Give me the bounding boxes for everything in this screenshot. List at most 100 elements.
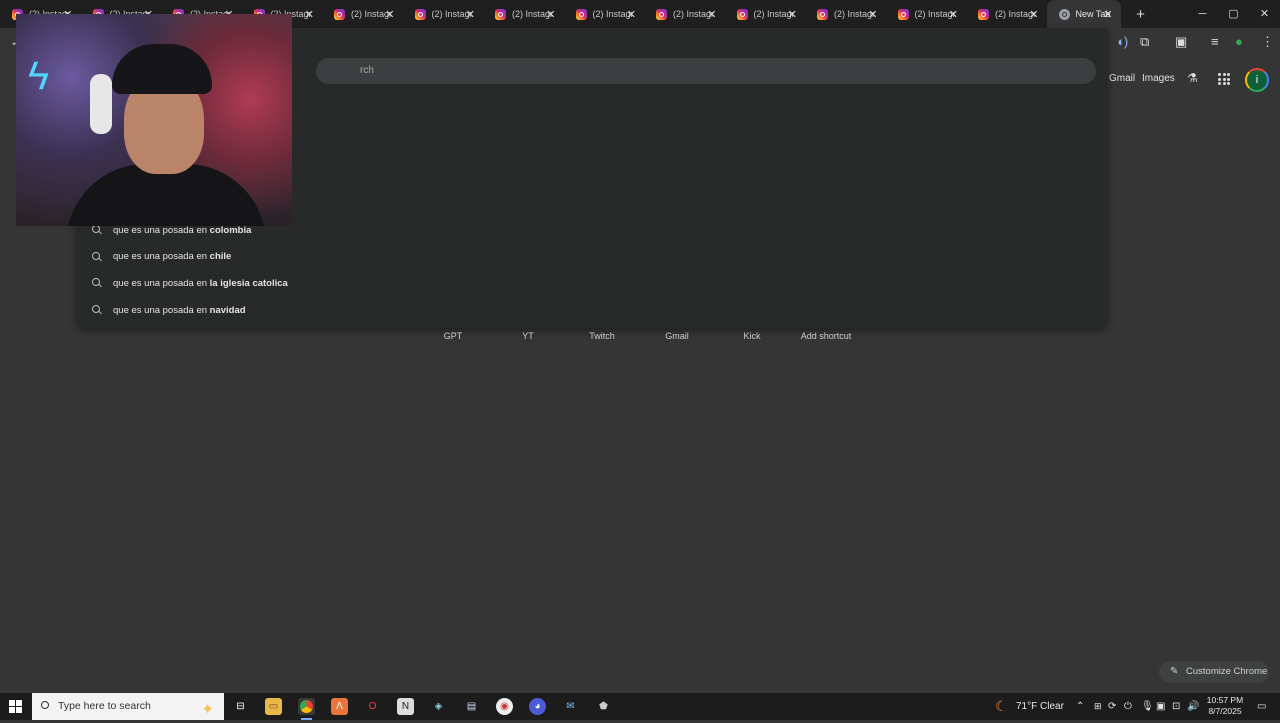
close-tab-icon[interactable]: ✕ bbox=[868, 8, 877, 21]
instagram-favicon-icon bbox=[656, 8, 667, 20]
tab-instagram[interactable]: (2) Instagram✕ bbox=[886, 0, 967, 28]
customize-chrome-button[interactable]: ✎ Customize Chrome bbox=[1159, 661, 1269, 683]
instagram-favicon-icon bbox=[575, 8, 587, 20]
search-icon bbox=[92, 278, 102, 288]
omnibox-suggestion[interactable]: que es una posada en la iglesia catolica bbox=[76, 270, 1108, 296]
new-tab-button[interactable]: + bbox=[1129, 6, 1153, 23]
suggestion-prefix: que es una posada en bbox=[113, 251, 210, 263]
document-icon[interactable]: ▤ bbox=[463, 698, 480, 715]
streamer-cap bbox=[112, 44, 212, 94]
side-panel-icon[interactable]: ▣ bbox=[1175, 34, 1187, 50]
app-shield-icon[interactable]: ⬟ bbox=[595, 698, 612, 715]
reading-list-icon[interactable]: ≡ bbox=[1211, 34, 1219, 49]
menu-kebab-icon[interactable]: ⋮ bbox=[1261, 34, 1274, 50]
close-tab-icon[interactable]: ✕ bbox=[466, 8, 475, 21]
chrome-taskbar-icon[interactable] bbox=[298, 698, 315, 720]
webcam-overlay: ϟ bbox=[16, 14, 292, 226]
close-window-button[interactable]: ✕ bbox=[1249, 0, 1280, 28]
minimize-button[interactable]: ─ bbox=[1187, 0, 1218, 28]
labs-flask-icon[interactable]: ⚗ bbox=[1187, 71, 1198, 85]
close-tab-icon[interactable]: ✕ bbox=[949, 8, 958, 21]
windows-taskbar: Type here to search ✦ ⊟ ▭ Λ O N ◈ ▤ ◉ ◕ … bbox=[0, 693, 1280, 720]
shortcut-tile[interactable]: YT bbox=[493, 331, 563, 341]
network-icon[interactable]: ⊡ bbox=[1172, 693, 1180, 720]
close-tab-icon[interactable]: ✕ bbox=[1103, 8, 1112, 21]
discord-icon[interactable]: ◕ bbox=[529, 698, 546, 715]
instagram-favicon-icon bbox=[817, 8, 828, 20]
file-explorer-icon[interactable]: ▭ bbox=[265, 698, 282, 715]
restore-button[interactable]: ▢ bbox=[1218, 0, 1249, 28]
tab-instagram[interactable]: (2) Instagram✕ bbox=[564, 0, 645, 28]
search-icon bbox=[41, 701, 49, 709]
close-tab-icon[interactable]: ✕ bbox=[385, 8, 394, 21]
shortcut-tile[interactable]: GPT bbox=[418, 331, 488, 341]
shortcut-tile[interactable]: Kick bbox=[717, 331, 787, 341]
close-tab-icon[interactable]: ✕ bbox=[788, 8, 797, 21]
instagram-favicon-icon bbox=[897, 8, 909, 20]
task-view-icon[interactable]: ⊟ bbox=[232, 698, 249, 715]
suggestion-completion: navidad bbox=[209, 304, 246, 316]
omnibox-input[interactable]: rch bbox=[316, 58, 1096, 84]
close-tab-icon[interactable]: ✕ bbox=[1029, 8, 1038, 21]
close-tab-icon[interactable]: ✕ bbox=[546, 8, 555, 21]
opera-icon[interactable]: O bbox=[364, 698, 381, 715]
suggestion-completion: la iglesia catolica bbox=[209, 277, 288, 289]
tray-sync-icon[interactable]: ⟳ bbox=[1108, 693, 1116, 720]
clock-time: 10:57 PM bbox=[1206, 695, 1244, 705]
pencil-icon: ✎ bbox=[1170, 666, 1179, 677]
tab-instagram[interactable]: (2) Instagram✕ bbox=[966, 0, 1047, 28]
gmail-link[interactable]: Gmail bbox=[1109, 73, 1135, 84]
tab-instagram[interactable]: (2) Instagram✕ bbox=[725, 0, 806, 28]
clock-date: 8/7/2025 bbox=[1208, 706, 1242, 716]
account-avatar[interactable]: i bbox=[1245, 68, 1269, 92]
volume-icon[interactable]: 🔊 bbox=[1187, 693, 1199, 720]
extensions-icon[interactable]: ⧉ bbox=[1140, 34, 1149, 50]
neon-bolt-icon: ϟ bbox=[28, 54, 50, 98]
app-circle-icon[interactable]: ◉ bbox=[496, 698, 513, 715]
google-apps-icon[interactable] bbox=[1218, 73, 1230, 85]
suggestion-prefix: que es una posada en bbox=[113, 304, 210, 316]
suggestion-prefix: que es una posada en bbox=[113, 224, 210, 236]
weather-text[interactable]: 71°F Clear bbox=[1016, 693, 1064, 720]
headphones bbox=[90, 74, 112, 134]
close-tab-icon[interactable]: ✕ bbox=[627, 8, 636, 21]
taskbar-search-box[interactable]: Type here to search ✦ bbox=[32, 693, 224, 720]
close-tab-icon[interactable]: ✕ bbox=[305, 8, 314, 21]
instagram-favicon-icon bbox=[736, 8, 748, 20]
weather-icon: ☾ bbox=[995, 698, 1008, 714]
omnibox-suggestion[interactable]: que es una posada en navidad bbox=[76, 297, 1108, 323]
microphone-icon[interactable]: 🎙 bbox=[1141, 693, 1154, 720]
images-link[interactable]: Images bbox=[1142, 73, 1175, 84]
tab-instagram[interactable]: (2) Instagram✕ bbox=[483, 0, 564, 28]
app-cube-icon[interactable]: ◈ bbox=[430, 698, 447, 715]
media-playing-icon[interactable]: ◖) bbox=[1116, 34, 1128, 49]
tab-instagram[interactable]: (2) Instagram✕ bbox=[403, 0, 484, 28]
mail-icon[interactable]: ✉ bbox=[562, 698, 579, 715]
tray-power-icon[interactable]: ⏻ bbox=[1124, 693, 1132, 720]
sparkle-icon: ✦ bbox=[201, 701, 214, 718]
windows-start-icon[interactable] bbox=[9, 700, 22, 713]
tray-overflow-icon[interactable]: ⌃ bbox=[1076, 693, 1084, 720]
notion-icon[interactable]: N bbox=[397, 698, 414, 715]
instagram-favicon-icon bbox=[978, 8, 989, 20]
suggestion-completion: colombia bbox=[209, 224, 252, 236]
omnibox-suggestion[interactable]: que es una posada en chile bbox=[76, 244, 1108, 270]
tab-instagram[interactable]: (2) Instagram✕ bbox=[805, 0, 886, 28]
tab-new-tab[interactable]: New Tab ✕ bbox=[1046, 0, 1121, 28]
search-icon bbox=[92, 225, 102, 235]
profile-dot-icon[interactable]: ● bbox=[1235, 34, 1243, 49]
close-tab-icon[interactable]: ✕ bbox=[707, 8, 716, 21]
app-a-icon[interactable]: Λ bbox=[331, 698, 348, 715]
tray-display-icon[interactable]: ▣ bbox=[1156, 693, 1165, 720]
shortcut-tile[interactable]: Add shortcut bbox=[791, 331, 861, 341]
tab-instagram[interactable]: (2) Instagram✕ bbox=[644, 0, 725, 28]
taskbar-clock[interactable]: 10:57 PM 8/7/2025 bbox=[1200, 695, 1250, 717]
notifications-icon[interactable]: ▭ bbox=[1257, 693, 1266, 720]
suggestion-completion: chile bbox=[209, 251, 232, 263]
tab-instagram[interactable]: (2) Instagram✕ bbox=[322, 0, 403, 28]
shortcut-tile[interactable]: Twitch bbox=[567, 331, 637, 341]
shortcut-tile[interactable]: Gmail bbox=[642, 331, 712, 341]
taskbar-search-placeholder: Type here to search bbox=[58, 700, 151, 712]
chrome-favicon-icon bbox=[1058, 8, 1070, 20]
tray-app-icon[interactable]: ⊞ bbox=[1094, 693, 1102, 720]
